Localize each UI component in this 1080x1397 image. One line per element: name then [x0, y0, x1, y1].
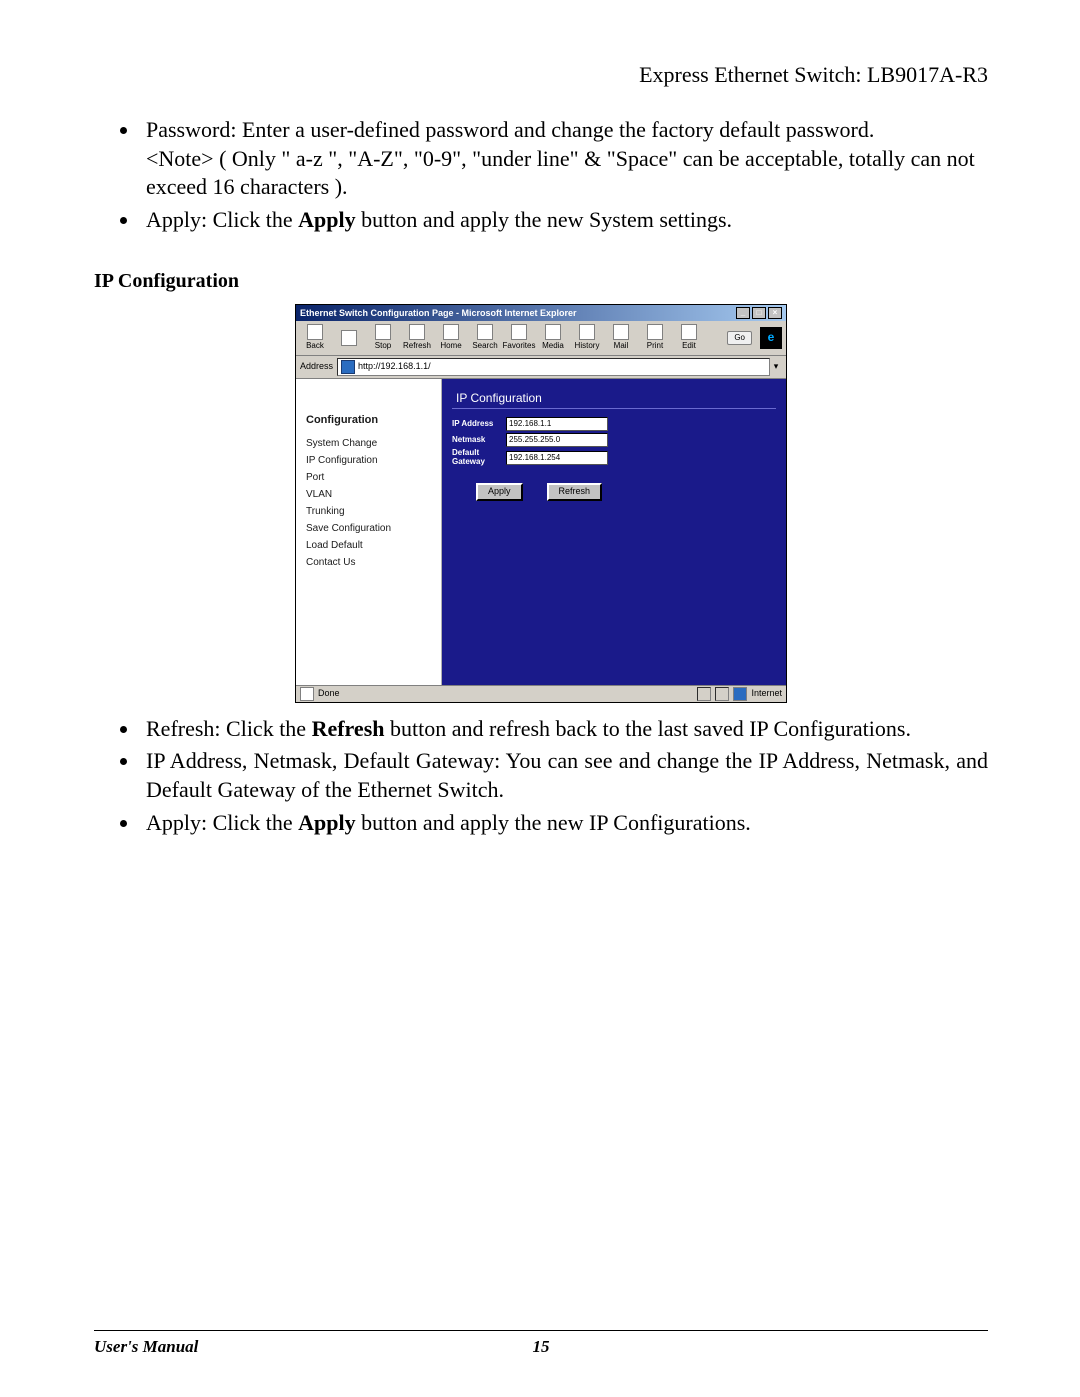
ie-statusbar: Done Internet: [296, 685, 786, 702]
apply-button[interactable]: Apply: [476, 483, 523, 501]
globe-icon: [733, 687, 747, 701]
sidebar-item-contact-us[interactable]: Contact Us: [306, 554, 433, 571]
star-icon: [511, 324, 527, 340]
toolbar-favorites[interactable]: Favorites: [504, 324, 534, 351]
sidebar-item-ip-configuration[interactable]: IP Configuration: [306, 452, 433, 469]
ip-address-row: IP Address 192.168.1.1: [452, 417, 776, 431]
toolbar-refresh[interactable]: Refresh: [402, 324, 432, 351]
print-icon: [647, 324, 663, 340]
minimize-icon[interactable]: _: [736, 307, 750, 319]
history-icon: [579, 324, 595, 340]
lower-bullet-list: Refresh: Click the Refresh button and re…: [140, 715, 988, 837]
toolbar-mail[interactable]: Mail: [606, 324, 636, 351]
ie-logo-icon: e: [760, 327, 782, 349]
document-page: Express Ethernet Switch: LB9017A-R3 Pass…: [0, 0, 1080, 1397]
page-number: 15: [533, 1337, 550, 1357]
footer-left: User's Manual: [94, 1337, 198, 1357]
ie-titlebar: Ethernet Switch Configuration Page - Mic…: [296, 305, 786, 321]
toolbar-stop[interactable]: Stop: [368, 324, 398, 351]
panel-title: IP Configuration: [452, 389, 776, 410]
status-box-icon: [697, 687, 711, 701]
window-controls: _ □ ×: [736, 307, 782, 319]
go-button[interactable]: Go: [727, 331, 752, 345]
close-icon[interactable]: ×: [768, 307, 782, 319]
bullet-password: Password: Enter a user-defined password …: [140, 116, 988, 202]
netmask-input[interactable]: 255.255.255.0: [506, 433, 608, 447]
ie-window: Ethernet Switch Configuration Page - Mic…: [295, 304, 787, 702]
page-icon: [341, 360, 355, 374]
upper-bullet-list: Password: Enter a user-defined password …: [140, 116, 988, 234]
bullet-refresh: Refresh: Click the Refresh button and re…: [140, 715, 988, 744]
sidebar-item-system-change[interactable]: System Change: [306, 435, 433, 452]
toolbar-print[interactable]: Print: [640, 324, 670, 351]
footer-rule: [94, 1330, 988, 1331]
ip-address-input[interactable]: 192.168.1.1: [506, 417, 608, 431]
ie-body: Configuration System Change IP Configura…: [296, 379, 786, 685]
status-page-icon: [300, 687, 314, 701]
refresh-icon: [409, 324, 425, 340]
sidebar-item-trunking[interactable]: Trunking: [306, 503, 433, 520]
bullet-apply-system: Apply: Click the Apply button and apply …: [140, 206, 988, 235]
maximize-icon[interactable]: □: [752, 307, 766, 319]
ip-config-panel: IP Configuration IP Address 192.168.1.1 …: [442, 379, 786, 685]
media-icon: [545, 324, 561, 340]
config-sidebar: Configuration System Change IP Configura…: [296, 379, 442, 685]
sidebar-item-save-configuration[interactable]: Save Configuration: [306, 520, 433, 537]
toolbar-edit[interactable]: Edit: [674, 324, 704, 351]
status-box-icon: [715, 687, 729, 701]
chevron-down-icon[interactable]: ▾: [770, 361, 782, 373]
ie-address-bar: Address http://192.168.1.1/ ▾: [296, 356, 786, 379]
toolbar-media[interactable]: Media: [538, 324, 568, 351]
gateway-label: Default Gateway: [452, 449, 506, 467]
figure-wrap: Ethernet Switch Configuration Page - Mic…: [94, 304, 988, 702]
toolbar-home[interactable]: Home: [436, 324, 466, 351]
header-product: Express Ethernet Switch: LB9017A-R3: [639, 62, 988, 88]
home-icon: [443, 324, 459, 340]
netmask-label: Netmask: [452, 436, 506, 445]
bullet-ip-fields: IP Address, Netmask, Default Gateway: Yo…: [140, 747, 988, 804]
sidebar-item-load-default[interactable]: Load Default: [306, 537, 433, 554]
toolbar-back[interactable]: Back: [300, 324, 330, 351]
netmask-row: Netmask 255.255.255.0: [452, 433, 776, 447]
gateway-row: Default Gateway 192.168.1.254: [452, 449, 776, 467]
ip-fields: IP Address 192.168.1.1 Netmask 255.255.2…: [452, 417, 776, 467]
gateway-input[interactable]: 192.168.1.254: [506, 451, 608, 465]
body-text: Password: Enter a user-defined password …: [94, 116, 988, 837]
sidebar-item-port[interactable]: Port: [306, 469, 433, 486]
ie-toolbar: Back Stop Refresh Home Search Favorites …: [296, 321, 786, 355]
address-input[interactable]: http://192.168.1.1/: [337, 358, 770, 376]
mail-icon: [613, 324, 629, 340]
toolbar-search[interactable]: Search: [470, 324, 500, 351]
sidebar-heading: Configuration: [306, 413, 433, 427]
search-icon: [477, 324, 493, 340]
status-text: Done: [318, 688, 340, 700]
address-label: Address: [300, 361, 333, 373]
page-footer: User's Manual 15: [94, 1330, 988, 1357]
stop-icon: [375, 324, 391, 340]
address-value: http://192.168.1.1/: [358, 361, 431, 373]
edit-icon: [681, 324, 697, 340]
refresh-button[interactable]: Refresh: [547, 483, 603, 501]
sidebar-item-vlan[interactable]: VLAN: [306, 486, 433, 503]
forward-icon: [341, 330, 357, 346]
bullet-apply-ip: Apply: Click the Apply button and apply …: [140, 809, 988, 838]
ie-title-text: Ethernet Switch Configuration Page - Mic…: [300, 308, 577, 320]
back-icon: [307, 324, 323, 340]
zone-text: Internet: [751, 688, 782, 700]
panel-buttons: Apply Refresh: [476, 483, 776, 501]
toolbar-history[interactable]: History: [572, 324, 602, 351]
ip-address-label: IP Address: [452, 420, 506, 429]
section-heading: IP Configuration: [94, 268, 988, 294]
toolbar-forward[interactable]: [334, 330, 364, 347]
